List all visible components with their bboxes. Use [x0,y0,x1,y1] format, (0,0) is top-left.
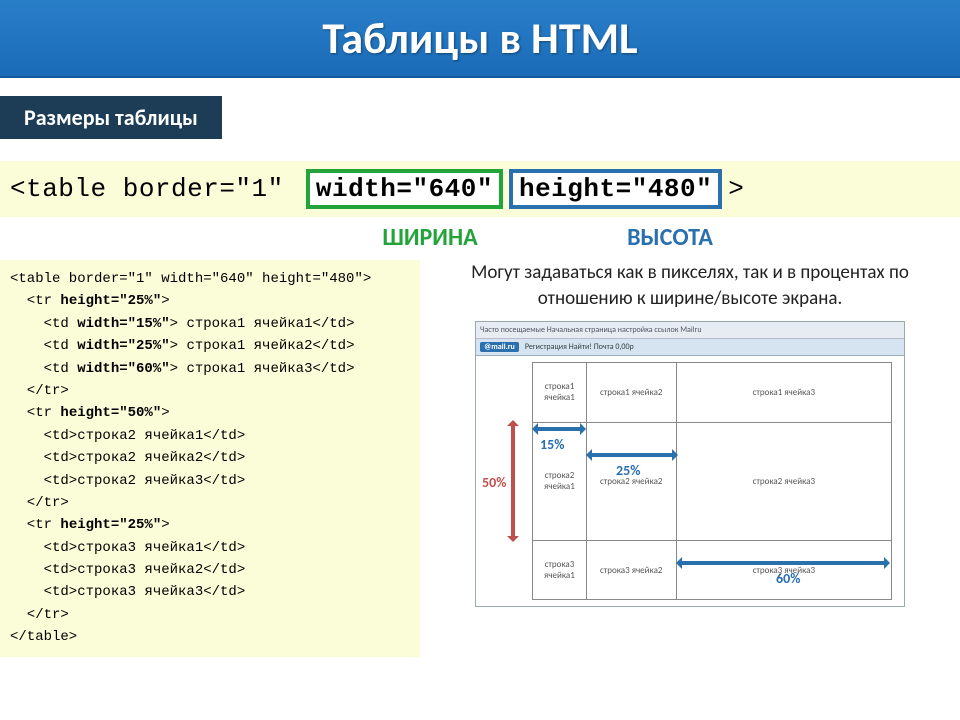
arrow-25 [588,448,676,462]
code-line: </table> [10,626,410,648]
code-line: <td width="60%"> строка1 ячейка3</td> [10,358,410,380]
code-line: <td>строка2 ячейка2</td> [10,447,410,469]
code-line: <td width="25%"> строка1 ячейка2</td> [10,335,410,357]
labels-row: ШИРИНА ВЫСОТА [0,223,960,252]
code-line: <td>строка2 ячейка1</td> [10,425,410,447]
code-line: <td width="15%"> строка1 ячейка1</td> [10,313,410,335]
code-line: <td>строка2 ячейка3</td> [10,470,410,492]
browser-toolbar-2: @mail.ru Регистрация Найти! Почта 0,00р [476,339,904,356]
code-block: <table border="1" width="640" height="48… [0,260,420,657]
code-line: <td>строка3 ячейка1</td> [10,537,410,559]
arrow-50 [506,422,520,540]
page-title: Таблицы в HTML [322,11,637,65]
cell-r1c2: строка1 ячейка2 [586,363,676,422]
section-tab: Размеры таблицы [0,96,222,139]
code-line: <tr height="25%"> [10,290,410,312]
code-line: <tr height="25%"> [10,514,410,536]
table-render-area: строка1 ячейка1 строка1 ячейка2 строка1 … [476,356,904,606]
pct-15: 15% [540,436,564,453]
cell-r1c3: строка1 ячейка3 [676,363,891,422]
pct-60: 60% [776,570,800,587]
pct-50: 50% [482,474,506,491]
width-attr-box: width="640" [306,169,503,209]
code-line: </tr> [10,604,410,626]
description-text: Могут задаваться как в пикселях, так и в… [432,260,948,311]
code-line: </tr> [10,380,410,402]
height-attr-box: height="480" [509,169,722,209]
toolbar-rest: Регистрация Найти! Почта 0,00р [525,342,634,352]
cell-r2c3: строка2 ячейка3 [676,422,891,541]
cell-r1c1: строка1 ячейка1 [533,363,587,422]
arrow-15 [534,422,584,436]
code-line: <table border="1" width="640" height="48… [10,268,410,290]
cell-r3c1: строка3 ячейка1 [533,541,587,600]
header-bar: Таблицы в HTML [0,0,960,78]
arrow-60 [678,556,888,570]
pct-25: 25% [616,462,640,479]
mailru-badge: @mail.ru [480,342,519,352]
tag-prefix: <table border="1" [10,174,300,204]
code-line: </tr> [10,492,410,514]
browser-toolbar-1: Часто посещаемые Начальная страница наст… [476,322,904,339]
label-height: ВЫСОТА [550,223,790,252]
cell-r2c2: строка2 ячейка2 [586,422,676,541]
label-width: ШИРИНА [310,223,550,252]
cell-r3c2: строка3 ячейка2 [586,541,676,600]
tag-suffix: > [728,174,744,204]
code-line: <tr height="50%"> [10,402,410,424]
code-line: <td>строка3 ячейка2</td> [10,559,410,581]
browser-preview: Часто посещаемые Начальная страница наст… [475,321,905,607]
code-line: <td>строка3 ячейка3</td> [10,581,410,603]
table-tag-example: <table border="1" width="640" height="48… [0,161,960,217]
